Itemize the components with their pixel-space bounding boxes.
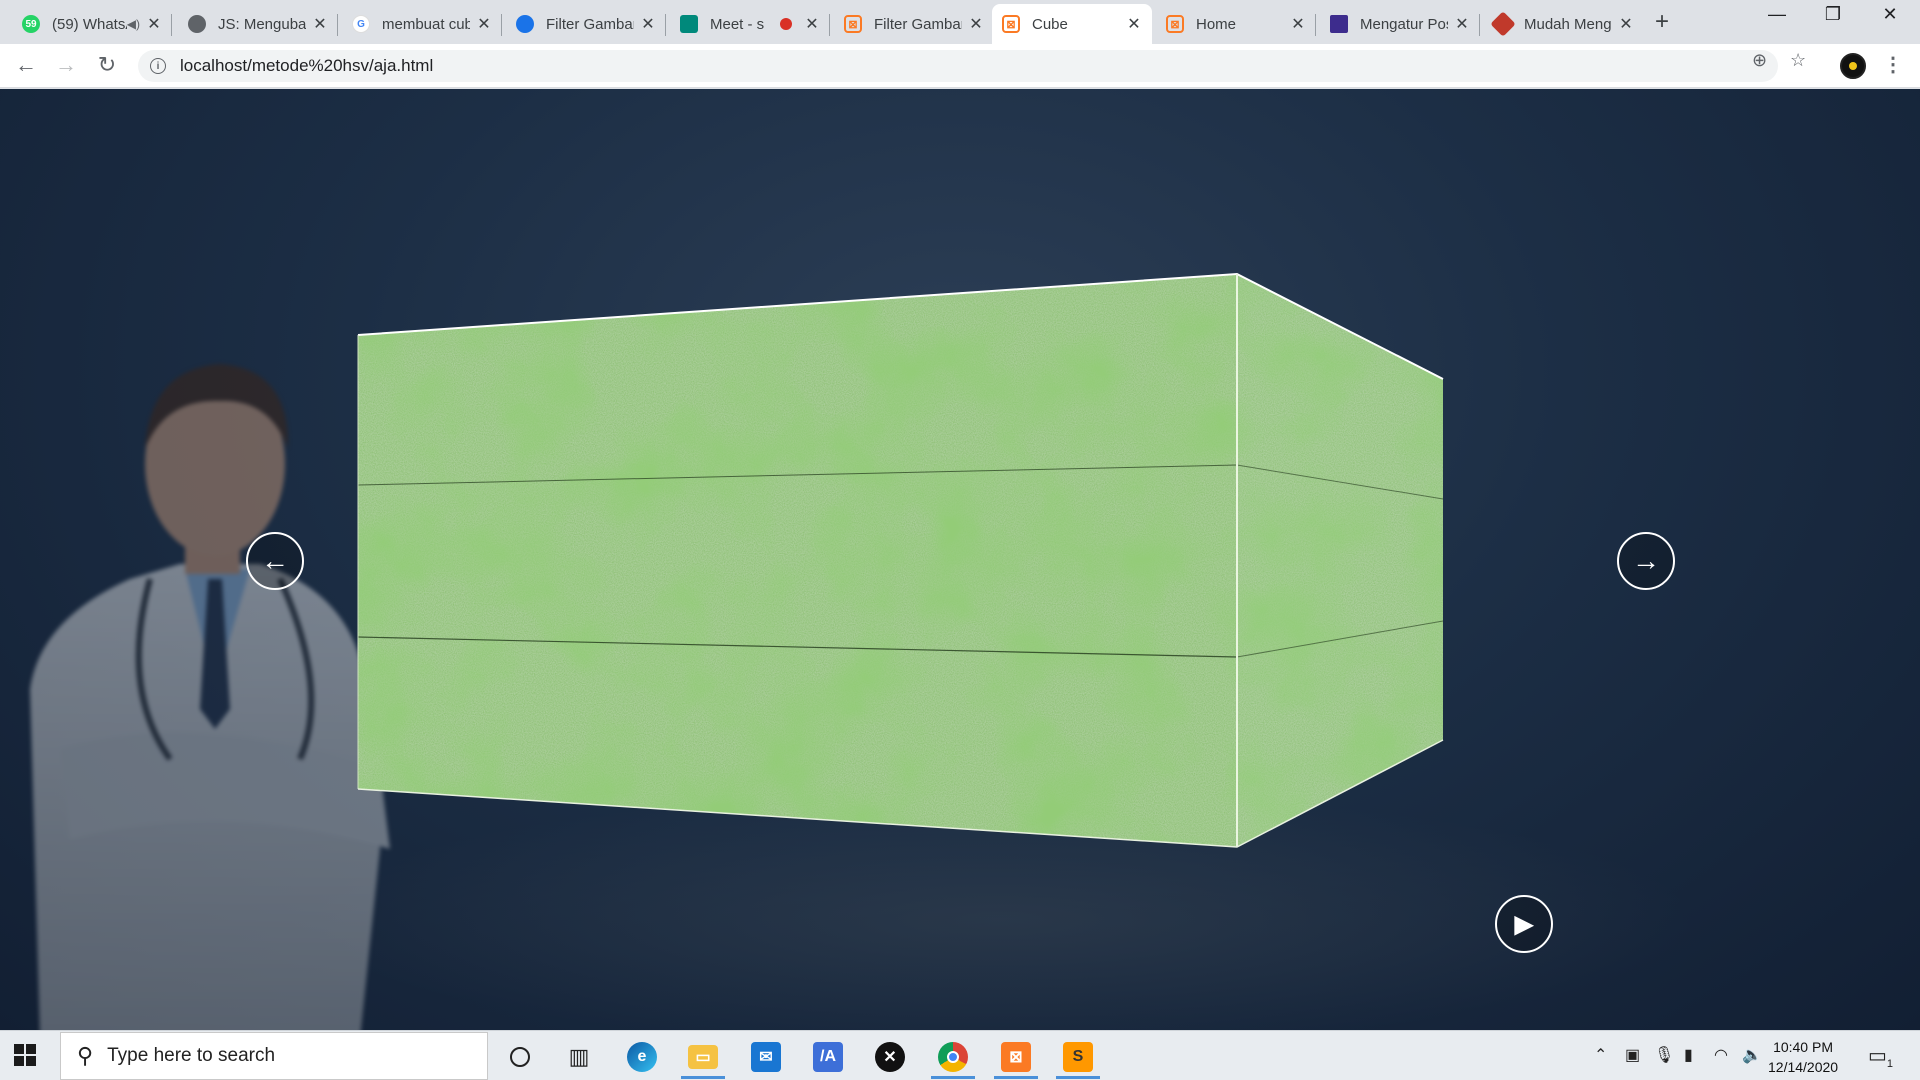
close-tab-icon[interactable]: ✕: [968, 14, 984, 34]
tab-js-mengubah[interactable]: JS: Mengubah ✕: [178, 4, 338, 44]
chevron-up-icon[interactable]: ⌃: [1594, 1045, 1607, 1065]
close-tab-icon[interactable]: ✕: [1126, 14, 1142, 34]
prev-button[interactable]: ←: [246, 532, 304, 590]
tab-title: Filter Gambar: [874, 15, 962, 33]
wifi-icon[interactable]: ◠: [1714, 1045, 1728, 1065]
tab-strip: 59 (59) WhatsApp ◀) ✕ JS: Mengubah ✕ G m…: [0, 0, 1920, 44]
back-button[interactable]: ←: [12, 52, 40, 78]
google-icon: G: [352, 15, 370, 33]
close-tab-icon[interactable]: ✕: [640, 14, 656, 34]
profile-avatar[interactable]: [1840, 53, 1866, 79]
tab-filter-gambar[interactable]: Filter Gambar ✕: [506, 4, 666, 44]
windows-start-icon[interactable]: [14, 1044, 36, 1066]
diamond-icon: [1490, 11, 1516, 37]
search-placeholder[interactable]: Type here to search: [107, 1045, 275, 1067]
notification-count: 1: [1886, 1058, 1894, 1070]
camera-icon[interactable]: ▣: [1625, 1045, 1640, 1065]
tab-title: membuat cube: [382, 15, 470, 33]
tab-title: (59) WhatsApp: [52, 15, 127, 33]
clock-date: 12/14/2020: [1768, 1059, 1839, 1075]
azure-icon[interactable]: /A: [800, 1035, 856, 1079]
tab-filter-gambar-2[interactable]: ⊠ Filter Gambar ✕: [834, 4, 994, 44]
tab-mudah-mengatur[interactable]: Mudah Mengatur ✕: [1484, 4, 1644, 44]
info-icon[interactable]: i: [150, 58, 166, 74]
system-clock[interactable]: 10:40 PM 12/14/2020: [1768, 1037, 1838, 1077]
cube-side-face: [1237, 274, 1443, 847]
minimize-button[interactable]: —: [1757, 4, 1797, 25]
tab-google-search[interactable]: G membuat cube ✕: [342, 4, 502, 44]
windows-taskbar: ⚲ Type here to search ▥ e ▭ ✉ /A ✕ ⊠ S ⌃…: [0, 1030, 1920, 1080]
close-tab-icon[interactable]: ✕: [1618, 14, 1634, 34]
tab-title: Cube: [1032, 15, 1068, 33]
close-tab-icon[interactable]: ✕: [312, 14, 328, 34]
sublime-icon[interactable]: S: [1050, 1035, 1106, 1079]
meet-icon: [680, 15, 698, 33]
clock-time: 10:40 PM: [1773, 1039, 1833, 1055]
tab-mengatur-posisi[interactable]: Mengatur Posisi ✕: [1320, 4, 1480, 44]
cortana-icon[interactable]: [492, 1035, 548, 1079]
zoom-icon[interactable]: ⊕: [1752, 50, 1767, 71]
address-bar[interactable]: i localhost/metode%20hsv/aja.html: [138, 50, 1778, 82]
edge-icon[interactable]: e: [614, 1035, 670, 1079]
taskbar-search[interactable]: ⚲ Type here to search: [60, 1032, 488, 1080]
xbox-icon[interactable]: ✕: [862, 1035, 918, 1079]
xampp-icon: ⊠: [844, 15, 862, 33]
tab-title: Mudah Mengatur: [1524, 15, 1612, 33]
mail-icon[interactable]: ✉: [738, 1035, 794, 1079]
search-icon: ⚲: [77, 1043, 94, 1068]
whatsapp-icon: 59: [22, 15, 40, 33]
tab-title: Mengatur Posisi: [1360, 15, 1448, 33]
tab-cube[interactable]: ⊠ Cube ✕: [992, 4, 1152, 44]
tab-title: JS: Mengubah: [218, 15, 306, 33]
close-tab-icon[interactable]: ✕: [146, 14, 162, 34]
tab-home[interactable]: ⊠ Home ✕: [1156, 4, 1316, 44]
tab-whatsapp[interactable]: 59 (59) WhatsApp ◀) ✕: [12, 4, 172, 44]
notification-center-icon[interactable]: ▭1: [1868, 1043, 1893, 1070]
close-window-button[interactable]: ✕: [1870, 4, 1910, 25]
close-tab-icon[interactable]: ✕: [804, 14, 820, 34]
menu-icon[interactable]: ⋮: [1883, 52, 1903, 77]
task-view-icon[interactable]: ▥: [551, 1035, 607, 1079]
tab-title: Filter Gambar: [546, 15, 634, 33]
globe-icon: [516, 15, 534, 33]
play-button[interactable]: ▶: [1495, 895, 1553, 953]
close-tab-icon[interactable]: ✕: [1290, 14, 1306, 34]
microphone-icon[interactable]: 🎙: [1654, 1045, 1674, 1065]
tab-title: Home: [1196, 15, 1237, 33]
cube-front-face: [358, 274, 1237, 847]
reload-button[interactable]: ↻: [93, 52, 121, 78]
bookmark-star-icon[interactable]: ☆: [1790, 50, 1806, 71]
xampp-icon: ⊠: [1166, 15, 1184, 33]
close-tab-icon[interactable]: ✕: [476, 14, 492, 34]
close-tab-icon[interactable]: ✕: [1454, 14, 1470, 34]
next-button[interactable]: →: [1617, 532, 1675, 590]
speaker-muted-icon[interactable]: ◀): [127, 17, 140, 31]
page-icon: [1330, 15, 1348, 33]
page-content: ← → ▶: [0, 89, 1920, 1030]
file-explorer-icon[interactable]: ▭: [675, 1035, 731, 1079]
url-text[interactable]: localhost/metode%20hsv/aja.html: [180, 56, 433, 76]
xampp-icon: ⊠: [1002, 15, 1020, 33]
browser-toolbar: ← → ↻ i localhost/metode%20hsv/aja.html …: [0, 44, 1920, 88]
tab-meet[interactable]: Meet - s ✕: [670, 4, 830, 44]
xampp-icon[interactable]: ⊠: [988, 1035, 1044, 1079]
tab-title: Meet - s: [710, 15, 765, 33]
new-tab-button[interactable]: +: [1655, 8, 1669, 36]
forward-button[interactable]: →: [52, 52, 80, 78]
chrome-icon[interactable]: [925, 1035, 981, 1079]
recording-icon: [780, 18, 792, 30]
flask-icon: [188, 15, 206, 33]
volume-icon[interactable]: 🔈: [1742, 1045, 1762, 1065]
restore-button[interactable]: ❐: [1813, 4, 1853, 25]
battery-icon[interactable]: ▮: [1684, 1045, 1693, 1065]
